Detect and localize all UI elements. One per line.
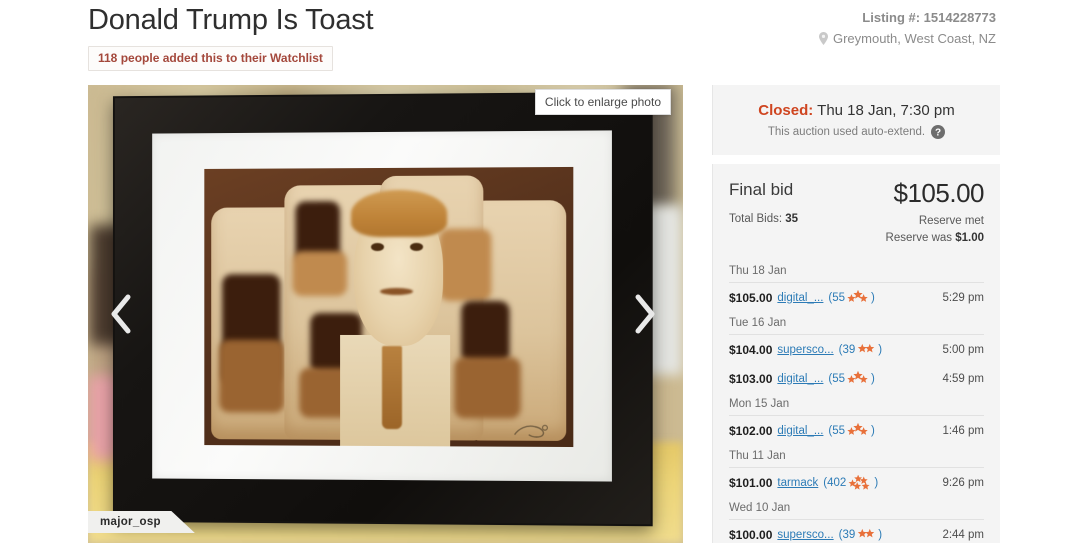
auto-extend-note: This auction used auto-extend. ? <box>729 125 984 139</box>
bid-details: $104.00 supersco... (39) <box>729 342 882 357</box>
star-rating-icon <box>846 423 870 438</box>
bid-time: 2:44 pm <box>942 528 984 541</box>
bidder-rating[interactable]: (39) <box>839 342 882 357</box>
bid-row: $101.00 tarmack (402) 9:26 pm <box>729 468 984 497</box>
help-circle-icon[interactable]: ? <box>931 125 946 139</box>
bidder-link[interactable]: digital_... <box>777 292 823 304</box>
bid-row: $104.00 supersco... (39) 5:00 pm <box>729 335 984 364</box>
bid-time: 5:00 pm <box>942 343 984 356</box>
final-bid-label: Final bid <box>729 180 794 199</box>
bid-amount: $104.00 <box>729 342 773 357</box>
bid-details: $101.00 tarmack (402) <box>729 475 878 490</box>
toast-artwork <box>204 166 574 448</box>
bid-history-list: Thu 18 Jan $105.00 digital_... (55) 5:29 pm T… <box>729 260 984 543</box>
bid-summary-panel: Final bid $105.00 Total Bids: 35 Reserve… <box>712 164 1000 543</box>
auction-sidebar: Closed: Thu 18 Jan, 7:30 pm This auction… <box>712 85 1000 543</box>
bid-row: $102.00 digital_... (55) 1:46 pm <box>729 416 984 445</box>
bidder-rating[interactable]: (55) <box>828 290 875 305</box>
bidder-link[interactable]: supersco... <box>777 529 833 541</box>
star-rating-icon <box>846 290 870 305</box>
bid-time: 9:26 pm <box>942 476 984 489</box>
bid-amount: $105.00 <box>729 290 773 305</box>
chevron-left-icon[interactable] <box>104 291 138 337</box>
bid-row: $103.00 digital_... (55) 4:59 pm <box>729 364 984 393</box>
bid-date-header: Tue 16 Jan <box>729 312 984 336</box>
bid-details: $100.00 supersco... (39) <box>729 527 882 542</box>
bidder-link[interactable]: tarmack <box>777 477 818 489</box>
reserve-info: Reserve met Reserve was $1.00 <box>886 213 984 246</box>
bid-details: $102.00 digital_... (55) <box>729 423 875 438</box>
bid-amount: $102.00 <box>729 423 773 438</box>
total-bids-value: 35 <box>785 213 799 225</box>
bid-details: $103.00 digital_... (55) <box>729 371 875 386</box>
final-bid-amount: $105.00 <box>893 178 985 208</box>
bid-amount: $100.00 <box>729 527 773 542</box>
bid-row: $105.00 digital_... (55) 5:29 pm <box>729 283 984 312</box>
total-bids: Total Bids: 35 <box>729 213 798 225</box>
photo-signature-icon <box>511 419 558 441</box>
chevron-right-icon[interactable] <box>627 291 661 337</box>
map-pin-icon <box>818 32 828 45</box>
page-title: Donald Trump Is Toast <box>88 4 374 36</box>
reserve-was-label: Reserve was <box>885 231 953 244</box>
svg-text:?: ? <box>935 128 941 139</box>
star-rating-icon <box>856 342 877 357</box>
auction-status-panel: Closed: Thu 18 Jan, 7:30 pm This auction… <box>712 85 1000 155</box>
listing-number: Listing #: 1514228773 <box>862 10 996 25</box>
bid-details: $105.00 digital_... (55) <box>729 290 875 305</box>
bid-summary-top: Final bid $105.00 <box>729 178 985 208</box>
enlarge-photo-tooltip: Click to enlarge photo <box>534 89 671 115</box>
bid-time: 1:46 pm <box>942 424 984 437</box>
bidder-rating[interactable]: (39) <box>839 527 882 542</box>
bid-time: 5:29 pm <box>942 291 984 304</box>
bid-summary-sub: Total Bids: 35 Reserve met Reserve was $… <box>729 213 984 246</box>
closed-label: Closed: <box>758 102 814 119</box>
bid-date-header: Thu 11 Jan <box>729 445 984 469</box>
star-rating-icon <box>856 527 877 542</box>
bid-amount: $103.00 <box>729 371 773 386</box>
watchlist-badge: 118 people added this to their Watchlist <box>88 46 333 71</box>
reserve-met: Reserve met <box>918 215 984 227</box>
page-header: Donald Trump Is Toast 118 people added t… <box>0 0 1080 82</box>
closed-time: Thu 18 Jan, 7:30 pm <box>817 102 955 119</box>
location-text: Greymouth, West Coast, NZ <box>832 31 996 46</box>
bidder-rating[interactable]: (402) <box>823 475 878 490</box>
bid-date-header: Wed 10 Jan <box>729 497 984 521</box>
bidder-link[interactable]: digital_... <box>777 373 823 385</box>
star-rating-icon <box>847 475 873 490</box>
bidder-rating[interactable]: (55) <box>828 423 875 438</box>
bid-date-header: Mon 15 Jan <box>729 393 984 417</box>
listing-photo[interactable]: Click to enlarge photo major_osp <box>88 85 683 543</box>
reserve-was-value: $1.00 <box>955 231 984 244</box>
closed-line: Closed: Thu 18 Jan, 7:30 pm <box>729 102 984 119</box>
bid-time: 4:59 pm <box>942 372 984 385</box>
bid-row: $100.00 supersco... (39) 2:44 pm <box>729 520 984 543</box>
listing-page: Donald Trump Is Toast 118 people added t… <box>0 0 1080 543</box>
bid-date-header: Thu 18 Jan <box>729 260 984 284</box>
bid-amount: $101.00 <box>729 475 773 490</box>
picture-frame <box>112 91 653 527</box>
bidder-link[interactable]: supersco... <box>777 344 833 356</box>
total-bids-label: Total Bids: <box>729 213 783 225</box>
listing-location: Greymouth, West Coast, NZ <box>818 31 996 46</box>
star-rating-icon <box>846 371 870 386</box>
frame-mat <box>152 130 612 482</box>
bidder-rating[interactable]: (55) <box>828 371 875 386</box>
auto-extend-text: This auction used auto-extend. <box>767 126 926 138</box>
bidder-link[interactable]: digital_... <box>777 425 823 437</box>
